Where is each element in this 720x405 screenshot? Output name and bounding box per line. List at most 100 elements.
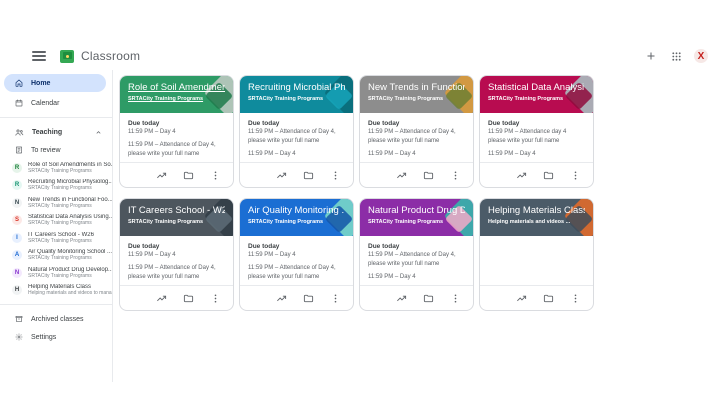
due-label: Due today <box>368 120 400 127</box>
class-card[interactable]: New Trends in Function... SRTACity Train… <box>359 75 474 188</box>
gradebook-icon[interactable] <box>396 170 407 181</box>
assignment-line[interactable]: 11:59 PM – Day 4 <box>128 251 225 260</box>
class-card[interactable]: Recruiting Microbial Ph... SRTACity Trai… <box>239 75 354 188</box>
class-card-title[interactable]: Statistical Data Analysi... <box>488 82 585 93</box>
class-card-header[interactable]: IT Careers School - W26 SRTACity Trainin… <box>120 199 233 236</box>
more-options-icon[interactable] <box>570 293 581 304</box>
more-options-icon[interactable] <box>330 293 341 304</box>
class-card[interactable]: Natural Product Drug D... SRTACity Train… <box>359 198 474 311</box>
gradebook-icon[interactable] <box>276 170 287 181</box>
class-card-header[interactable]: Air Quality Monitoring ... SRTACity Trai… <box>240 199 353 236</box>
sidebar-item-calendar[interactable]: Calendar <box>0 94 112 112</box>
assignment-line[interactable]: 11:59 PM – Day 4 <box>128 128 225 137</box>
assignment-line[interactable]: 11:59 PM – Day 4 <box>368 150 465 159</box>
assignment-line[interactable]: 11:59 PM – Attendance of Day 4, please w… <box>248 128 345 146</box>
due-label: Due today <box>128 120 160 127</box>
folder-icon[interactable] <box>543 293 554 304</box>
class-card-title[interactable]: Helping Materials Class <box>488 205 585 216</box>
folder-icon[interactable] <box>303 170 314 181</box>
class-card[interactable]: IT Careers School - W26 SRTACity Trainin… <box>119 198 234 311</box>
class-card[interactable]: Statistical Data Analysi... SRTACity Tra… <box>479 75 594 188</box>
assignment-line[interactable]: 11:59 PM – Day 4 <box>248 251 345 260</box>
gear-icon <box>15 333 23 341</box>
more-options-icon[interactable] <box>210 170 221 181</box>
gradebook-icon[interactable] <box>156 170 167 181</box>
class-card-body: Due today 11:59 PM – Attendance of Day 4… <box>240 113 353 162</box>
class-card-title[interactable]: Role of Soil Amendmen... <box>128 82 225 93</box>
assignment-line[interactable]: 11:59 PM – Attendance day 4 please write… <box>488 128 585 146</box>
class-card-title[interactable]: New Trends in Function... <box>368 82 465 93</box>
class-title: New Trends in Functional Foo... <box>28 196 112 203</box>
gradebook-icon[interactable] <box>396 293 407 304</box>
chevron-up-icon[interactable] <box>95 129 102 136</box>
assignment-line[interactable]: 11:59 PM – Attendance of Day 4, please w… <box>248 264 345 282</box>
create-class-plus-icon[interactable] <box>644 49 658 63</box>
class-card[interactable]: Helping Materials Class Helping material… <box>479 198 594 311</box>
sidebar-class-item[interactable]: H Helping Materials Class Helping materia… <box>0 282 112 300</box>
class-card-title[interactable]: IT Careers School - W26 <box>128 205 225 216</box>
class-card-header[interactable]: Helping Materials Class Helping material… <box>480 199 593 236</box>
assignment-line[interactable]: 11:59 PM – Attendance of Day 4, please w… <box>368 128 465 146</box>
class-card-header[interactable]: Role of Soil Amendmen... SRTACity Traini… <box>120 76 233 113</box>
folder-icon[interactable] <box>423 170 434 181</box>
assignment-line[interactable]: 11:59 PM – Attendance of Day 4, please w… <box>128 264 225 282</box>
class-card-section: SRTACity Training Programs <box>488 96 564 102</box>
sidebar-item-label: To review <box>31 146 61 154</box>
more-options-icon[interactable] <box>570 170 581 181</box>
class-subtitle: SRTACity Training Programs <box>28 167 92 174</box>
sidebar-item-settings[interactable]: Settings <box>0 328 112 346</box>
assignment-line[interactable]: 11:59 PM – Day 4 <box>248 150 345 159</box>
google-apps-grid-icon[interactable] <box>669 49 683 63</box>
more-options-icon[interactable] <box>210 293 221 304</box>
sidebar-class-item[interactable]: I IT Careers School - W26 SRTACity Traini… <box>0 229 112 247</box>
more-options-icon[interactable] <box>330 170 341 181</box>
class-card-header[interactable]: Recruiting Microbial Ph... SRTACity Trai… <box>240 76 353 113</box>
sidebar-class-item[interactable]: A Air Quality Monitoring School ... SRTAC… <box>0 247 112 265</box>
assignment-line[interactable]: 11:59 PM – Attendance of Day 4, please w… <box>368 251 465 269</box>
folder-icon[interactable] <box>183 170 194 181</box>
sidebar-class-item[interactable]: S Statistical Data Analysis Using... SRTA… <box>0 212 112 230</box>
class-card-footer <box>120 162 233 187</box>
more-options-icon[interactable] <box>450 170 461 181</box>
top-app-bar: Classroom X <box>0 42 720 70</box>
more-options-icon[interactable] <box>450 293 461 304</box>
class-avatar: I <box>12 232 22 243</box>
class-card-title[interactable]: Recruiting Microbial Ph... <box>248 82 345 93</box>
class-title: Role of Soil Amendments in So... <box>28 161 112 168</box>
sidebar-class-item[interactable]: R Role of Soil Amendments in So... SRTACi… <box>0 159 112 177</box>
folder-icon[interactable] <box>543 170 554 181</box>
sidebar-item-home[interactable]: Home <box>4 74 106 92</box>
sidebar-item-to-review[interactable]: To review <box>0 141 112 159</box>
assignment-line[interactable]: 11:59 PM – Attendance of Day 4, please w… <box>128 141 225 159</box>
class-subtitle: SRTACity Training Programs <box>28 202 92 209</box>
class-card[interactable]: Air Quality Monitoring ... SRTACity Trai… <box>239 198 354 311</box>
main-menu-icon[interactable] <box>32 49 46 63</box>
sidebar-class-item[interactable]: R Recruiting Microbial Physiolog... SRTAC… <box>0 177 112 195</box>
sidebar-section-teaching[interactable]: Teaching <box>0 123 112 141</box>
class-card-title[interactable]: Natural Product Drug D... <box>368 205 465 216</box>
gradebook-icon[interactable] <box>276 293 287 304</box>
sidebar-item-archived-classes[interactable]: Archived classes <box>0 310 112 328</box>
folder-icon[interactable] <box>423 293 434 304</box>
class-subtitle: SRTACity Training Programs <box>28 237 92 244</box>
folder-icon[interactable] <box>183 293 194 304</box>
gradebook-icon[interactable] <box>156 293 167 304</box>
class-card-title[interactable]: Air Quality Monitoring ... <box>248 205 345 216</box>
gradebook-icon[interactable] <box>516 293 527 304</box>
folder-icon[interactable] <box>303 293 314 304</box>
class-subtitle: SRTACity Training Programs <box>28 220 92 227</box>
class-card-footer <box>360 162 473 187</box>
sidebar-class-item[interactable]: N Natural Product Drug Develop... SRTACit… <box>0 264 112 282</box>
sidebar: Home Calendar Teaching To review R Role … <box>0 70 113 382</box>
class-card-header[interactable]: New Trends in Function... SRTACity Train… <box>360 76 473 113</box>
app-title: Classroom <box>81 49 141 63</box>
class-card-header[interactable]: Natural Product Drug D... SRTACity Train… <box>360 199 473 236</box>
class-card[interactable]: Role of Soil Amendmen... SRTACity Traini… <box>119 75 234 188</box>
sidebar-item-label: Archived classes <box>31 315 84 323</box>
class-card-header[interactable]: Statistical Data Analysi... SRTACity Tra… <box>480 76 593 113</box>
gradebook-icon[interactable] <box>516 170 527 181</box>
sidebar-class-item[interactable]: N New Trends in Functional Foo... SRTACit… <box>0 194 112 212</box>
assignment-line[interactable]: 11:59 PM – Day 4 <box>368 273 465 282</box>
assignment-line[interactable]: 11:59 PM – Day 4 <box>488 150 585 159</box>
profile-avatar[interactable]: X <box>694 49 708 63</box>
